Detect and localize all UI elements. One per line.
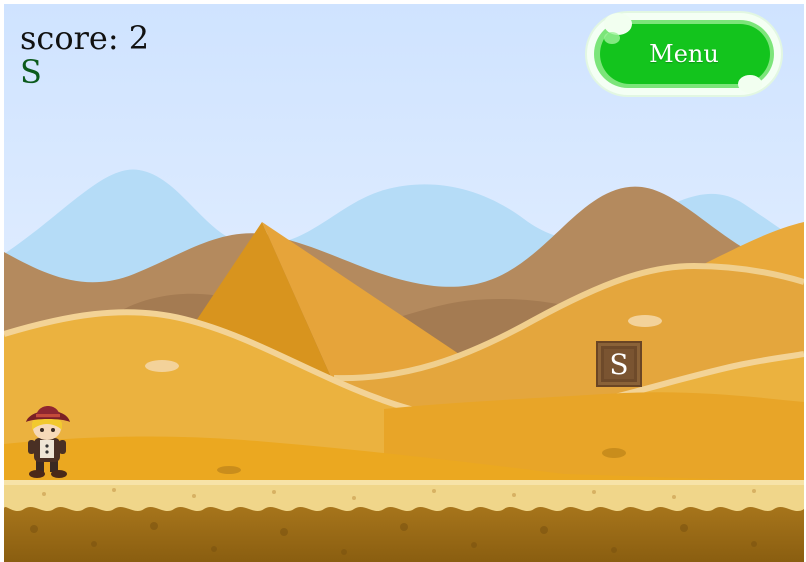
score-display: score: 2 [20, 19, 150, 57]
pebble [628, 315, 662, 327]
ground-dirt [4, 504, 804, 562]
game-stage: score: 2 S Menu S [4, 4, 804, 562]
pebble [145, 360, 179, 372]
collected-letter: S [20, 53, 42, 91]
pebble [602, 448, 626, 458]
pebble [217, 466, 241, 474]
letter-crate-pickup[interactable]: S [596, 341, 642, 387]
menu-button-label: Menu [649, 40, 719, 68]
menu-button[interactable]: Menu [584, 10, 784, 98]
crate-letter: S [609, 347, 629, 381]
ground-top-edge [4, 480, 804, 485]
explorer-character-icon [26, 406, 70, 478]
